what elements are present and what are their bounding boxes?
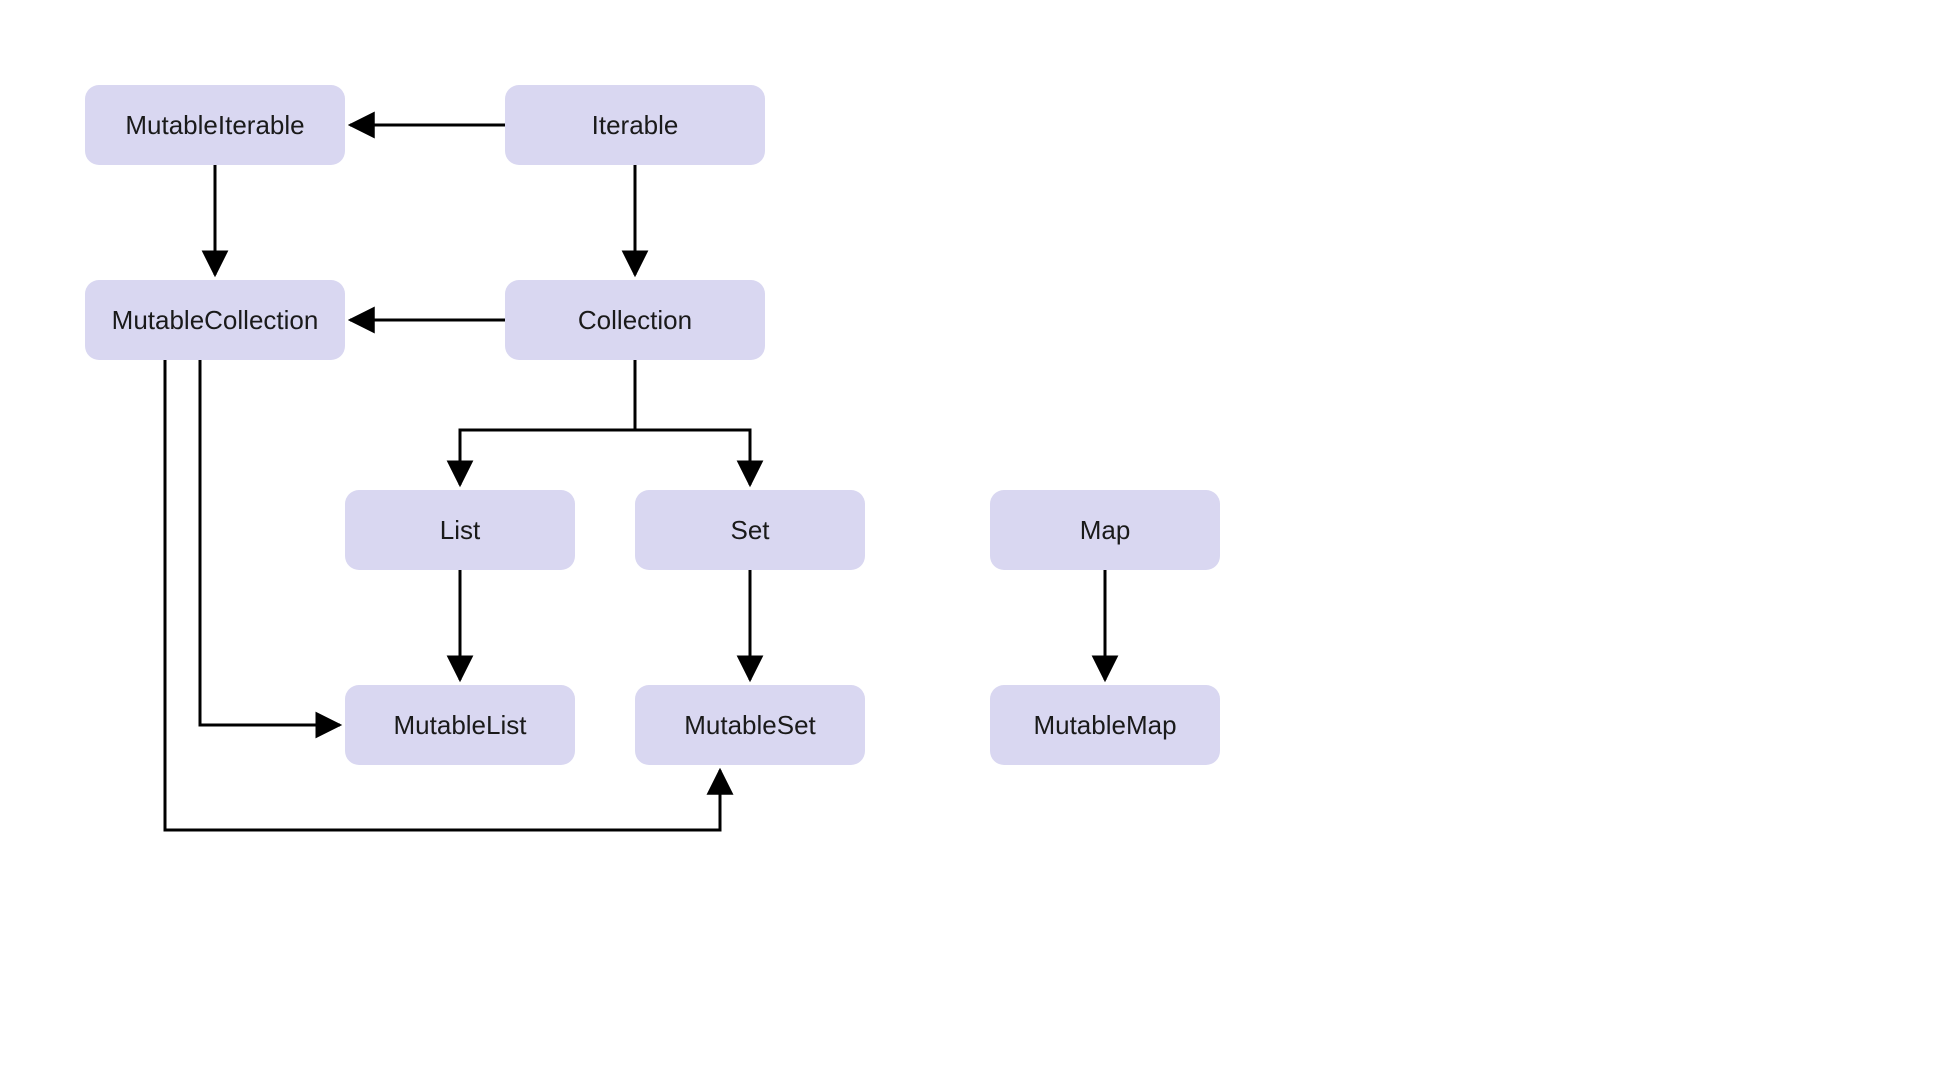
node-list: List (345, 490, 575, 570)
edge-mutablecollection-to-mutablelist (200, 360, 340, 725)
node-iterable: Iterable (505, 85, 765, 165)
edge-collection-branch-set (635, 430, 750, 485)
node-mutable-list: MutableList (345, 685, 575, 765)
node-label: Iterable (592, 110, 679, 141)
node-mutable-collection: MutableCollection (85, 280, 345, 360)
node-label: Map (1080, 515, 1131, 546)
node-label: MutableMap (1033, 710, 1176, 741)
node-mutable-iterable: MutableIterable (85, 85, 345, 165)
node-label: MutableList (394, 710, 527, 741)
node-label: Set (730, 515, 769, 546)
node-collection: Collection (505, 280, 765, 360)
node-label: MutableSet (684, 710, 816, 741)
edge-collection-branch (460, 360, 635, 485)
node-label: MutableCollection (112, 305, 319, 336)
node-mutable-set: MutableSet (635, 685, 865, 765)
node-mutable-map: MutableMap (990, 685, 1220, 765)
node-map: Map (990, 490, 1220, 570)
node-label: List (440, 515, 480, 546)
node-set: Set (635, 490, 865, 570)
node-label: MutableIterable (125, 110, 304, 141)
node-label: Collection (578, 305, 692, 336)
